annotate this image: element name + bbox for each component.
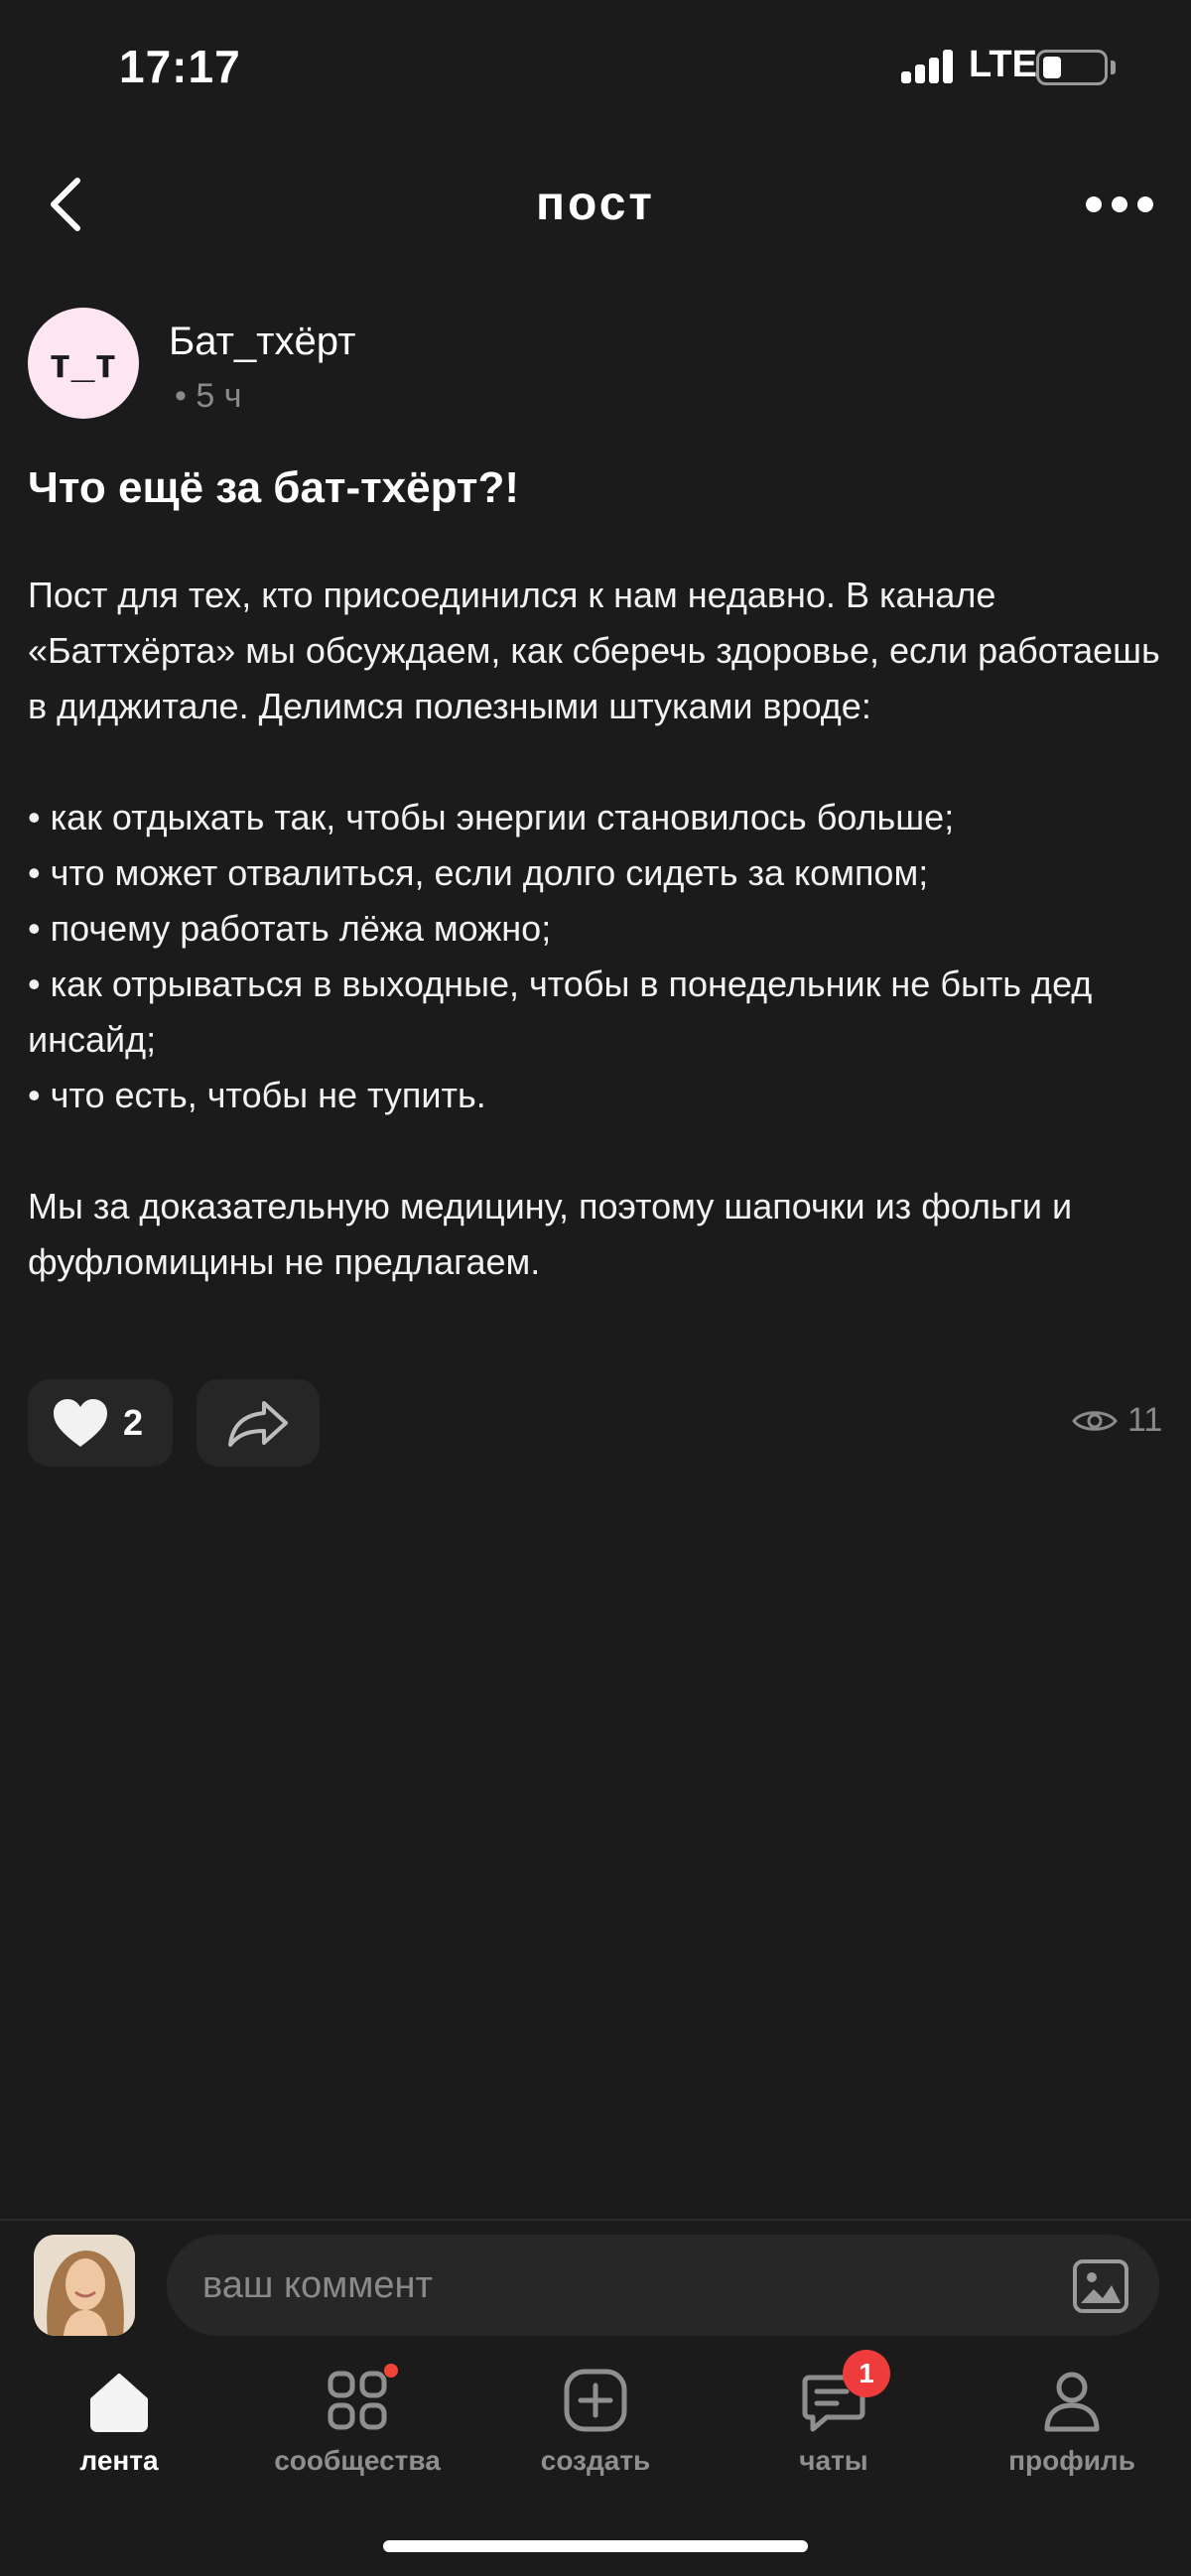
- comment-input[interactable]: [167, 2235, 1159, 2336]
- post-outro: Мы за доказательную медицину, поэтому ша…: [28, 1186, 1073, 1282]
- image-attach-button[interactable]: [1072, 2258, 1129, 2314]
- status-time: 17:17: [119, 41, 241, 92]
- commenter-avatar: [34, 2235, 135, 2336]
- signal-icon: [901, 50, 957, 83]
- post-bullet: • как отдыхать так, чтобы энергии станов…: [28, 797, 955, 837]
- page-title: пост: [536, 178, 655, 230]
- post-time: • 5 ч: [175, 377, 242, 415]
- tab-label: лента: [79, 2445, 159, 2476]
- eye-icon: [1072, 1410, 1118, 1431]
- author-avatar[interactable]: т_т: [28, 308, 139, 419]
- heart-icon: [54, 1399, 107, 1447]
- notification-dot: [384, 2364, 398, 2378]
- battery-icon: [1036, 50, 1108, 85]
- post-author[interactable]: т_т Бат_тхёрт • 5 ч: [28, 306, 1163, 425]
- person-icon: [1044, 2372, 1100, 2432]
- header: пост: [0, 159, 1191, 250]
- more-button[interactable]: [1074, 167, 1165, 242]
- post-intro: Пост для тех, кто присоединился к нам не…: [28, 575, 1160, 726]
- more-dots-icon: [1086, 196, 1153, 212]
- post-title: Что ещё за бат-тхёрт?!: [28, 463, 519, 512]
- tab-label: сообщества: [274, 2445, 441, 2476]
- image-icon: [1073, 2259, 1128, 2313]
- network-label: LTE: [969, 44, 1037, 85]
- share-icon: [228, 1401, 288, 1447]
- tab-profile[interactable]: профиль: [953, 2366, 1191, 2495]
- share-button[interactable]: [197, 1379, 320, 1467]
- plus-square-icon: [564, 2369, 627, 2432]
- battery-tip: [1111, 61, 1116, 74]
- like-button[interactable]: 2: [28, 1379, 173, 1467]
- like-count: 2: [123, 1402, 144, 1443]
- chat-badge: 1: [843, 2350, 890, 2397]
- views: 11: [1072, 1401, 1162, 1440]
- post-bullet: • почему работать лёжа можно;: [28, 908, 552, 949]
- post-bullet: • как отрываться в выходные, чтобы в пон…: [28, 964, 1093, 1060]
- divider: [0, 2219, 1191, 2221]
- author-name[interactable]: Бат_тхёрт: [169, 320, 355, 364]
- tab-feed[interactable]: лента: [0, 2366, 238, 2495]
- home-icon: [90, 2374, 148, 2432]
- views-count: 11: [1127, 1401, 1163, 1439]
- post-body: Пост для тех, кто присоединился к нам не…: [28, 568, 1169, 1290]
- status-bar: 17:17 LTE: [0, 0, 1191, 129]
- tab-bar: лента сообщества создать 1 чаты профиль: [0, 2350, 1191, 2495]
- grid-icon: [328, 2371, 387, 2430]
- tab-label: профиль: [1008, 2445, 1135, 2476]
- tab-communities[interactable]: сообщества: [238, 2364, 476, 2495]
- tab-label: создать: [540, 2445, 651, 2476]
- post-bullet: • что есть, чтобы не тупить.: [28, 1075, 486, 1115]
- tab-chats[interactable]: 1 чаты: [715, 2350, 953, 2495]
- post-bullet: • что может отвалиться, если долго сидет…: [28, 852, 929, 893]
- home-indicator: [383, 2540, 808, 2552]
- tab-label: чаты: [799, 2445, 868, 2476]
- tab-create[interactable]: создать: [476, 2366, 715, 2495]
